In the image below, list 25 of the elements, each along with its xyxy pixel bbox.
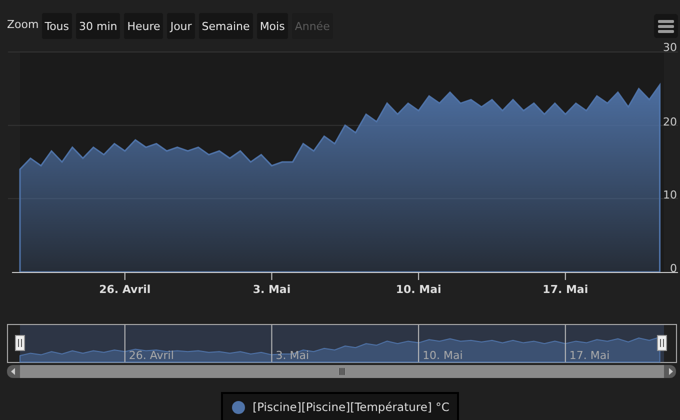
y-axis-label: 30	[663, 41, 677, 54]
legend-label[interactable]: [Piscine][Piscine][Température] °C	[252, 400, 450, 414]
scroll-right-icon[interactable]	[669, 368, 673, 375]
zoom-range-button[interactable]: Heure	[124, 13, 164, 39]
navigator-label: 26. Avril	[128, 349, 174, 362]
scroll-left-icon[interactable]	[11, 368, 15, 375]
zoom-range-button[interactable]: Tous	[42, 13, 72, 39]
navigator-label: 3. Mai	[276, 349, 309, 362]
x-axis-label: 26. Avril	[99, 283, 151, 296]
zoom-range-button[interactable]: Jour	[167, 13, 195, 39]
zoom-label: Zoom	[7, 18, 39, 31]
y-axis-label: 20	[663, 115, 677, 128]
navigator-label: 10. Mai	[422, 349, 463, 362]
y-axis-label: 0	[670, 262, 677, 275]
zoom-range-button[interactable]: Mois	[256, 13, 288, 39]
zoom-range-button[interactable]: Semaine	[198, 13, 253, 39]
x-axis-label: 3. Mai	[252, 283, 291, 296]
y-axis-label: 10	[663, 188, 677, 202]
range-handle[interactable]	[657, 335, 667, 351]
zoom-range-button[interactable]: 30 min	[76, 13, 120, 39]
scrollbar-thumb[interactable]	[20, 365, 664, 378]
range-handle[interactable]	[15, 335, 25, 351]
x-axis-label: 10. Mai	[396, 283, 442, 296]
navigator-label: 17. Mai	[569, 349, 610, 362]
x-axis-label: 17. Mai	[542, 283, 588, 296]
